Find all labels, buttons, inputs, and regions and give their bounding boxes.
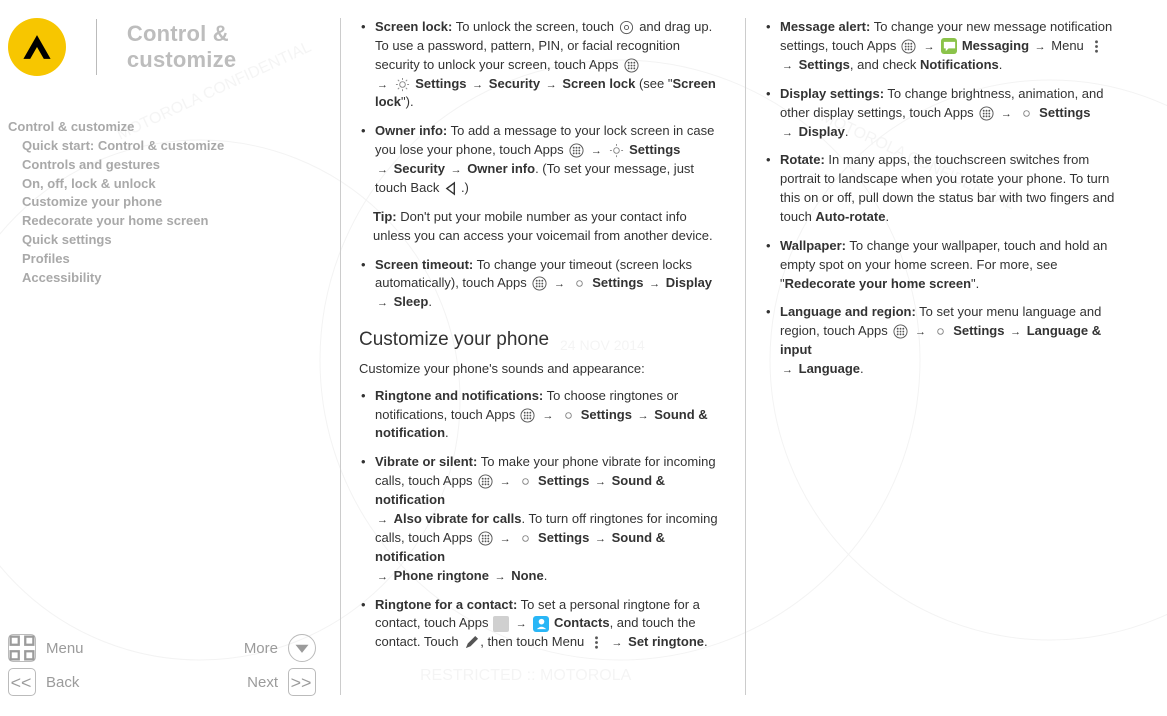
svg-text:<<: << [11, 673, 32, 693]
toc-item[interactable]: Redecorate your home screen [22, 212, 316, 231]
next-label[interactable]: Next [247, 674, 278, 691]
apps-icon [477, 530, 493, 546]
content-column-1: Screen lock: To unlock the screen, touch… [340, 18, 745, 695]
page-title: Control & customize [127, 21, 316, 73]
toc-item[interactable]: On, off, lock & unlock [22, 175, 316, 194]
apps-icon [901, 38, 917, 54]
section-intro: Customize your phone's sounds and appear… [359, 360, 727, 379]
apps-icon [477, 474, 493, 490]
list-item: Ringtone and notifications: To choose ri… [361, 387, 727, 444]
gear-icon [572, 276, 588, 292]
next-icon[interactable]: >> [288, 668, 316, 696]
content-column-2: Message alert: To change your new messag… [745, 18, 1150, 695]
apps-icon [892, 324, 908, 340]
apps-icon [978, 105, 994, 121]
toc-item[interactable]: Customize your phone [22, 193, 316, 212]
motorola-logo [8, 18, 66, 76]
toc-item[interactable]: Quick settings [22, 231, 316, 250]
back-label[interactable]: Back [46, 674, 79, 691]
list-item: Wallpaper: To change your wallpaper, tou… [766, 237, 1132, 294]
toc-item[interactable]: Quick start: Control & customize [22, 137, 316, 156]
list-item: Language and region: To set your menu la… [766, 303, 1132, 379]
messaging-icon [941, 38, 957, 54]
lock-ring-icon [619, 20, 635, 36]
sidebar: Control & customize Control & customize … [0, 0, 340, 713]
more-label[interactable]: More [244, 640, 278, 657]
back-icon[interactable]: << [8, 668, 36, 696]
gear-icon [609, 143, 625, 159]
gear-icon [933, 324, 949, 340]
gear-icon [517, 474, 533, 490]
toc-item[interactable]: Control & customize [8, 118, 316, 137]
gear-icon [560, 407, 576, 423]
svg-text:>>: >> [291, 673, 312, 693]
table-of-contents: Control & customize Quick start: Control… [8, 118, 316, 288]
list-item: Screen lock: To unlock the screen, touch… [361, 18, 727, 112]
nav-controls: Menu More << Back Next [8, 631, 316, 699]
toc-item[interactable]: Controls and gestures [22, 156, 316, 175]
menu-dots-icon [1088, 38, 1104, 54]
apps-icon [531, 276, 547, 292]
list-item: Vibrate or silent: To make your phone vi… [361, 453, 727, 585]
main-content: Screen lock: To unlock the screen, touch… [340, 0, 1167, 713]
menu-label[interactable]: Menu [46, 640, 84, 657]
list-item: Ringtone for a contact: To set a persona… [361, 596, 727, 653]
list-item: Display settings: To change brightness, … [766, 85, 1132, 142]
pencil-icon [463, 635, 479, 651]
apps-icon [623, 57, 639, 73]
list-item: Owner info: To add a message to your loc… [361, 122, 727, 198]
list-item: Screen timeout: To change your timeout (… [361, 256, 727, 313]
back-triangle-icon [444, 181, 460, 197]
toc-item[interactable]: Profiles [22, 250, 316, 269]
list-item: Rotate: In many apps, the touchscreen sw… [766, 151, 1132, 226]
apps-square-icon [493, 616, 509, 632]
gear-icon [1019, 105, 1035, 121]
apps-icon [520, 407, 536, 423]
divider [96, 19, 97, 75]
tip-paragraph: Tip: Don't put your mobile number as you… [373, 208, 727, 246]
toc-item[interactable]: Accessibility [22, 269, 316, 288]
more-icon[interactable] [288, 634, 316, 662]
list-item: Message alert: To change your new messag… [766, 18, 1132, 75]
menu-dots-icon [589, 635, 605, 651]
section-heading: Customize your phone [359, 326, 727, 354]
gear-icon [395, 76, 411, 92]
contacts-icon [533, 616, 549, 632]
apps-icon [568, 143, 584, 159]
gear-icon [517, 530, 533, 546]
menu-icon[interactable] [8, 634, 36, 662]
